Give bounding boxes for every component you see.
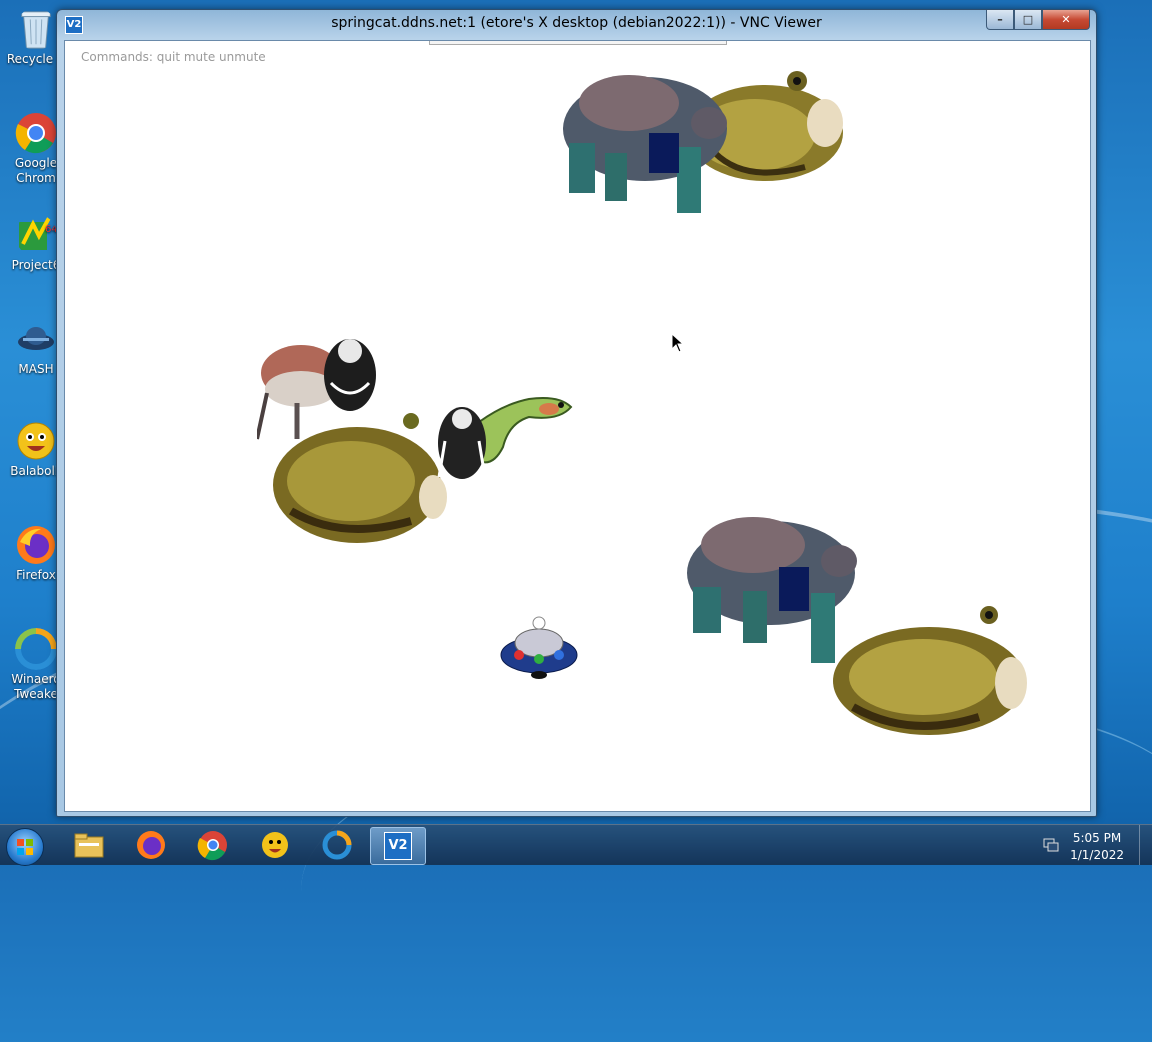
taskbar-chrome[interactable]	[186, 827, 240, 863]
balabolka-icon	[17, 422, 55, 460]
toy-spaceship-image	[500, 616, 578, 679]
minimize-button[interactable]: –	[986, 10, 1014, 30]
taskbar-explorer[interactable]	[62, 827, 116, 863]
vnc-viewer-window[interactable]: V2 springcat.ddns.net:1 (etore's X deskt…	[56, 9, 1097, 817]
taskbar-vnc-viewer[interactable]: V2	[370, 827, 426, 865]
commands-text: Commands: quit mute unmute	[81, 50, 266, 64]
project-icon: 64	[19, 217, 57, 250]
clock-date: 1/1/2022	[1070, 848, 1124, 862]
vnc-toolbar-handle[interactable]	[429, 41, 727, 45]
maximize-button[interactable]: □	[1014, 10, 1042, 30]
network-icon[interactable]	[1042, 837, 1060, 853]
bear-image	[563, 75, 727, 213]
remote-desktop-canvas[interactable]: Commands: quit mute unmute	[64, 40, 1091, 812]
firefox-icon	[17, 526, 55, 564]
window-controls: – □ ✕	[986, 10, 1090, 30]
mouse-cursor-icon	[671, 333, 685, 353]
taskbar-balabolka[interactable]	[248, 827, 302, 863]
winaero-icon	[15, 628, 57, 670]
close-button[interactable]: ✕	[1042, 10, 1090, 30]
chrome-icon	[15, 113, 56, 154]
frog-image	[273, 413, 447, 543]
chrome-icon	[197, 831, 227, 861]
window-title: springcat.ddns.net:1 (etore's X desktop …	[331, 15, 822, 31]
windows-logo-icon	[17, 839, 33, 855]
taskbar-firefox[interactable]	[124, 827, 178, 863]
balabolka-icon	[262, 832, 288, 858]
taskbar-winaero[interactable]	[310, 827, 364, 863]
show-desktop-button[interactable]	[1139, 825, 1152, 865]
folder-icon	[74, 833, 104, 858]
firefox-icon	[137, 831, 165, 859]
vnc-viewer-icon: V2	[384, 832, 412, 860]
gorilla-image	[437, 407, 487, 479]
taskbar: V2 5:05 PM 1/1/2022	[0, 824, 1152, 866]
clock[interactable]: 5:05 PM 1/1/2022	[1070, 830, 1124, 864]
mash-icon	[18, 327, 54, 350]
winaero-icon	[322, 830, 352, 860]
window-titlebar[interactable]: V2 springcat.ddns.net:1 (etore's X deskt…	[57, 10, 1096, 38]
start-button[interactable]	[6, 828, 44, 866]
recycle-bin-icon	[21, 11, 51, 49]
clock-time: 5:05 PM	[1072, 831, 1122, 845]
frog-image	[833, 606, 1027, 735]
